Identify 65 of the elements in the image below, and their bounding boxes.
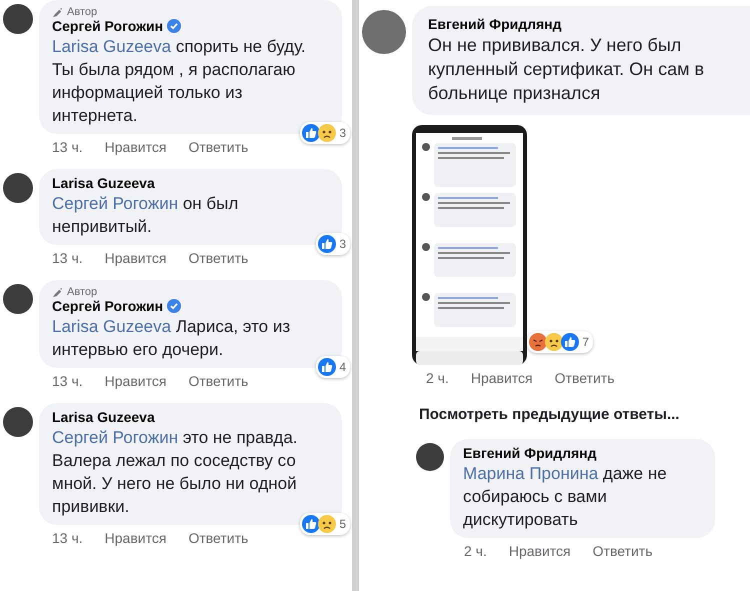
commenter-name[interactable]: Larisa Guzeeva [52, 409, 155, 425]
comment-text: Сергей Рогожин он был непривитый. [52, 193, 240, 238]
like-link[interactable]: Нравится [104, 250, 166, 266]
angry-face-icon [529, 333, 548, 351]
reactions-badge[interactable]: 5 [300, 513, 350, 535]
sad-face-icon [545, 333, 564, 351]
reactions-badge[interactable]: 3 [300, 122, 350, 144]
mention-link[interactable]: Марина Пронина [463, 464, 598, 483]
author-label: Автор [67, 286, 98, 298]
pen-icon [52, 286, 63, 298]
reaction-count: 3 [339, 126, 346, 140]
reply-link[interactable]: Ответить [188, 139, 248, 155]
avatar[interactable] [3, 4, 33, 34]
like-link[interactable]: Нравится [470, 370, 533, 386]
like-icon [561, 333, 580, 351]
comment-text: Марина Пронина даже не собираюсь с вами дискутировать [463, 463, 668, 531]
timestamp: 13 ч. [52, 250, 83, 266]
like-link[interactable]: Нравится [104, 139, 166, 155]
reaction-count: 4 [339, 360, 346, 374]
commenter-name[interactable]: Евгений Фридлянд [428, 16, 562, 32]
timestamp: 13 ч. [52, 139, 83, 155]
reactions-badge[interactable]: 3 [316, 233, 350, 255]
commenter-name[interactable]: Сергей Рогожин [52, 18, 164, 34]
reply-link[interactable]: Ответить [554, 370, 614, 386]
avatar[interactable] [362, 10, 406, 54]
avatar[interactable] [416, 443, 444, 471]
author-label: Автор [67, 6, 98, 18]
like-link[interactable]: Нравится [104, 530, 166, 546]
reply-link[interactable]: Ответить [188, 250, 248, 266]
like-icon [302, 124, 320, 142]
avatar[interactable] [3, 284, 33, 314]
sad-face-icon [318, 124, 336, 142]
comment-text: Larisa Guzeeva Лариса, это из интервью его дочери. [52, 316, 292, 361]
sad-face-icon [318, 515, 336, 533]
commenter-name[interactable]: Сергей Рогожин [52, 298, 164, 314]
reactions-badge[interactable]: 7 [527, 331, 593, 353]
reply-link[interactable]: Ответить [188, 373, 248, 389]
mention-link[interactable]: Сергей Рогожин [52, 428, 178, 447]
comment-text: Он не прививался. У него был купленный сертификат. Он сам в больнице признался [428, 34, 706, 105]
pen-icon [52, 6, 63, 18]
avatar[interactable] [3, 407, 33, 437]
mention-link[interactable]: Larisa Guzeeva [52, 37, 172, 56]
like-icon [302, 515, 320, 533]
like-link[interactable]: Нравится [104, 373, 166, 389]
reaction-count: 5 [339, 517, 346, 531]
like-icon [318, 358, 336, 376]
reply-link[interactable]: Ответить [592, 543, 652, 559]
reaction-count: 3 [339, 237, 346, 251]
avatar[interactable] [3, 173, 33, 203]
timestamp: 2 ч. [426, 370, 449, 386]
timestamp: 2 ч. [464, 543, 487, 559]
view-previous-replies-link[interactable]: Посмотреть предыдущие ответы... [359, 386, 750, 439]
timestamp: 13 ч. [52, 373, 83, 389]
like-icon [318, 235, 336, 253]
reaction-count: 7 [582, 335, 589, 349]
reply-link[interactable]: Ответить [188, 530, 248, 546]
phone-screenshot-drawing[interactable] [412, 125, 527, 365]
timestamp: 13 ч. [52, 530, 83, 546]
like-link[interactable]: Нравится [508, 543, 571, 559]
comment-text: Сергей Рогожин это не правда. Валера лежал по соседству со мной. У него не было ни одной прививки. [52, 427, 299, 518]
mention-link[interactable]: Larisa Guzeeva [52, 317, 172, 336]
commenter-name[interactable]: Евгений Фридлянд [463, 445, 597, 461]
reactions-badge[interactable]: 4 [316, 356, 350, 378]
mention-link[interactable]: Сергей Рогожин [52, 194, 178, 213]
commenter-name[interactable]: Larisa Guzeeva [52, 175, 155, 191]
